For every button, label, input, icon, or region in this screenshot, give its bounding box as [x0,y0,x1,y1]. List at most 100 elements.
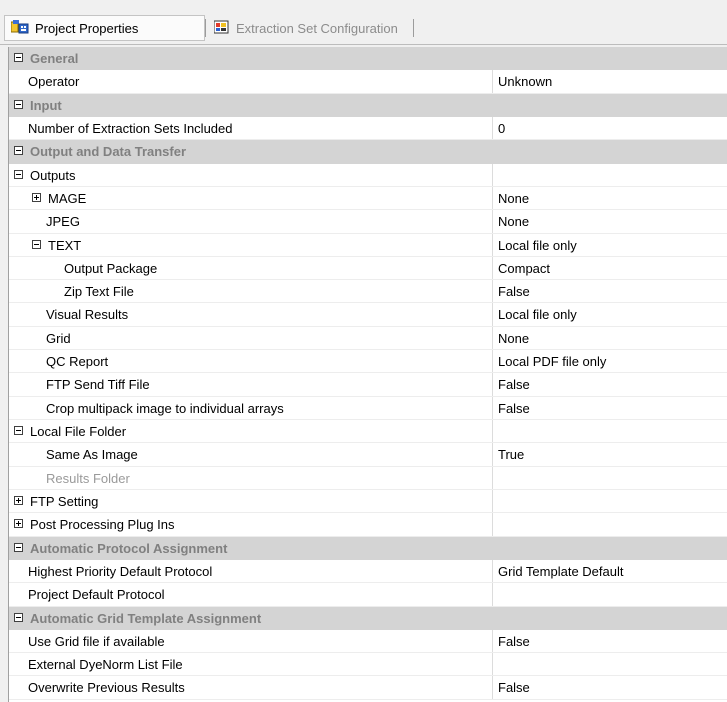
property-value[interactable]: Grid Template Default [498,560,624,583]
expand-plus-icon[interactable] [14,495,23,505]
property-name-cell: Zip Text File [9,280,493,303]
collapse-minus-icon[interactable] [14,542,23,552]
collapse-minus-icon[interactable] [32,239,41,249]
property-label: Project Default Protocol [28,587,165,603]
property-row[interactable]: Results Folder [9,466,727,490]
collapse-minus-icon[interactable] [14,146,23,156]
property-label: Crop multipack image to individual array… [46,400,284,416]
property-row[interactable]: Output Package Compact [9,256,727,281]
project-properties-tab[interactable]: Project Properties [4,15,205,41]
property-value[interactable]: Local PDF file only [498,350,606,373]
property-row[interactable]: Operator Unknown [9,70,727,94]
property-label: Post Processing Plug Ins [30,517,175,533]
collapse-minus-icon[interactable] [14,612,23,622]
property-name-cell: Automatic Grid Template Assignment [9,607,727,629]
property-value[interactable]: Local file only [498,303,577,326]
property-label: External DyeNorm List File [28,657,183,673]
property-name-cell: Output Package [9,256,493,280]
toolbar-separator [205,19,206,37]
property-name-cell: External DyeNorm List File [9,653,493,676]
property-value[interactable]: Unknown [498,70,552,93]
property-value[interactable]: Local file only [498,234,577,257]
toolbar-separator [413,19,414,37]
property-name-cell: Highest Priority Default Protocol [9,559,493,583]
property-row[interactable]: Grid None [9,326,727,351]
property-row[interactable]: Crop multipack image to individual array… [9,396,727,420]
property-name-cell: JPEG [9,210,493,233]
category-label: Output and Data Transfer [30,144,187,160]
category-row[interactable]: Automatic Grid Template Assignment [9,606,727,630]
property-row[interactable]: MAGE None [9,186,727,211]
property-row[interactable]: QC Report Local PDF file only [9,350,727,374]
property-label: Zip Text File [64,284,134,300]
property-label: Results Folder [46,470,130,486]
property-label: Number of Extraction Sets Included [28,120,233,136]
collapse-minus-icon[interactable] [14,426,23,435]
category-label: Input [30,97,62,113]
property-name-cell: Input [9,94,727,116]
property-value[interactable]: None [498,210,529,233]
property-name-cell: TEXT [9,233,493,256]
property-name-cell: Automatic Protocol Assignment [9,537,727,559]
property-value[interactable]: Compact [498,257,550,280]
property-row[interactable]: Number of Extraction Sets Included 0 [9,116,727,141]
property-value[interactable]: True [498,443,524,466]
property-name-cell: Operator [9,70,493,93]
property-name-cell: MAGE [9,186,493,210]
property-row[interactable]: Local File Folder [9,420,727,444]
property-value[interactable]: False [498,280,530,303]
property-name-cell: Project Default Protocol [9,583,493,606]
property-row[interactable]: Project Default Protocol [9,583,727,607]
property-label: FTP Send Tiff File [46,377,150,393]
property-name-cell: Grid [9,326,493,350]
property-name-cell: Same As Image [9,443,493,466]
property-row[interactable]: Use Grid file if available False [9,629,727,654]
category-row[interactable]: Input [9,93,727,117]
property-name-cell: Outputs [9,163,493,186]
property-row[interactable]: JPEG None [9,210,727,234]
property-row[interactable]: Overwrite Previous Results False [9,676,727,700]
property-value[interactable]: 0 [498,117,505,140]
property-value[interactable]: False [498,630,530,653]
category-row[interactable]: Automatic Protocol Assignment [9,536,727,560]
property-row[interactable]: Same As Image True [9,443,727,467]
property-row[interactable]: External DyeNorm List File [9,653,727,677]
property-name-cell: Results Folder [9,466,493,489]
property-label: Highest Priority Default Protocol [28,563,213,579]
property-grid[interactable]: General Operator Unknown Input Number of Ext… [8,47,727,702]
property-row[interactable]: FTP Send Tiff File False [9,373,727,397]
property-row[interactable]: Zip Text File False [9,280,727,304]
property-name-cell: Visual Results [9,303,493,326]
property-value[interactable]: None [498,327,529,350]
category-label: Automatic Grid Template Assignment [30,610,262,626]
property-row[interactable]: TEXT Local file only [9,233,727,257]
property-label: Same As Image [46,447,138,463]
collapse-minus-icon[interactable] [14,99,23,109]
property-label: JPEG [46,214,80,230]
property-value[interactable]: False [498,373,530,396]
property-value[interactable]: False [498,397,530,420]
expand-plus-icon[interactable] [32,192,41,202]
property-label: Overwrite Previous Results [28,680,185,696]
property-name-cell: Post Processing Plug Ins [9,513,493,536]
category-row[interactable]: Output and Data Transfer [9,140,727,164]
property-label: Outputs [30,167,76,183]
property-name-cell: FTP Send Tiff File [9,373,493,396]
property-label: Operator [28,74,80,90]
collapse-minus-icon[interactable] [14,169,23,179]
collapse-minus-icon[interactable] [14,53,23,62]
property-row[interactable]: Highest Priority Default Protocol Grid Te… [9,559,727,584]
extraction-set-configuration-tab[interactable]: Extraction Set Configuration [208,15,404,41]
property-label: FTP Setting [30,493,99,509]
category-row[interactable]: General [9,47,727,71]
property-row[interactable]: Post Processing Plug Ins [9,513,727,537]
property-label: Output Package [64,260,158,276]
property-row[interactable]: Outputs [9,163,727,187]
property-value[interactable]: None [498,187,529,210]
extraction-set-icon [213,20,230,37]
property-row[interactable]: Visual Results Local file only [9,303,727,327]
expand-plus-icon[interactable] [14,519,23,529]
property-row[interactable]: FTP Setting [9,489,727,514]
property-name-cell: QC Report [9,350,493,373]
property-value[interactable]: False [498,676,530,699]
